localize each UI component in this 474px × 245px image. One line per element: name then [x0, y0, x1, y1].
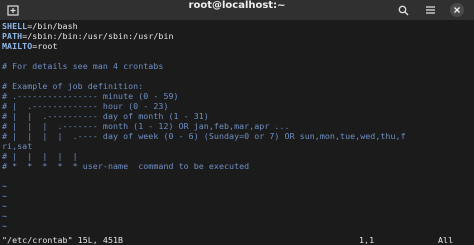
- env-line-path: PATH=/sbin:/bin:/usr/sbin:/usr/bin: [2, 31, 174, 41]
- env-var-name: MAILTO: [2, 41, 33, 51]
- env-var-name: PATH: [2, 31, 23, 41]
- env-var-value: /sbin:/bin:/usr/sbin:/usr/bin: [27, 31, 174, 41]
- env-line-mailto: MAILTO=root: [2, 41, 58, 51]
- empty-line-marker: ~: [2, 211, 8, 221]
- env-var-name: SHELL: [2, 21, 28, 31]
- empty-line-marker: ~: [2, 201, 8, 211]
- env-line-shell: SHELL=/bin/bash: [2, 21, 78, 31]
- terminal-content[interactable]: SHELL=/bin/bash PATH=/sbin:/bin:/usr/sbi…: [0, 20, 474, 245]
- comment-line: ri,sat: [2, 141, 33, 151]
- hamburger-menu-icon: [425, 6, 435, 14]
- env-var-value: /bin/bash: [32, 21, 78, 31]
- menu-button[interactable]: [420, 2, 440, 18]
- search-button[interactable]: [393, 2, 413, 18]
- comment-line: # | | .---------- day of month (1 - 31): [2, 111, 209, 121]
- empty-line-marker: ~: [2, 221, 8, 231]
- empty-line-marker: ~: [2, 191, 8, 201]
- close-icon: [454, 7, 460, 13]
- search-icon: [398, 5, 408, 15]
- comment-line: # | | | | |: [2, 151, 78, 161]
- comment-line: # | | | | .---- day of week (0 - 6) (Sun…: [2, 131, 406, 141]
- comment-line: # | .------------- hour (0 - 23): [2, 101, 169, 111]
- title-bar: root@localhost:~: [0, 0, 474, 21]
- status-file-info: "/etc/crontab" 15L, 451B: [2, 235, 124, 245]
- comment-line: # For details see man 4 crontabs: [2, 61, 164, 71]
- comment-line: # * * * * * user-name command to be exec…: [2, 161, 250, 171]
- empty-line-marker: ~: [2, 181, 8, 191]
- comment-line: # | | | .------- month (1 - 12) OR jan,f…: [2, 121, 290, 131]
- comment-line: # Example of job definition:: [2, 81, 144, 91]
- status-cursor-position: 1,1: [359, 235, 375, 245]
- close-button[interactable]: [447, 2, 467, 18]
- comment-line: # .---------------- minute (0 - 59): [2, 91, 179, 101]
- close-button-circle: [450, 3, 464, 17]
- status-scroll-indicator: All: [438, 235, 454, 245]
- env-var-value: root: [37, 41, 58, 51]
- terminal-window: root@localhost:~ SHELL=/bin/bash PATH=/s…: [0, 0, 474, 245]
